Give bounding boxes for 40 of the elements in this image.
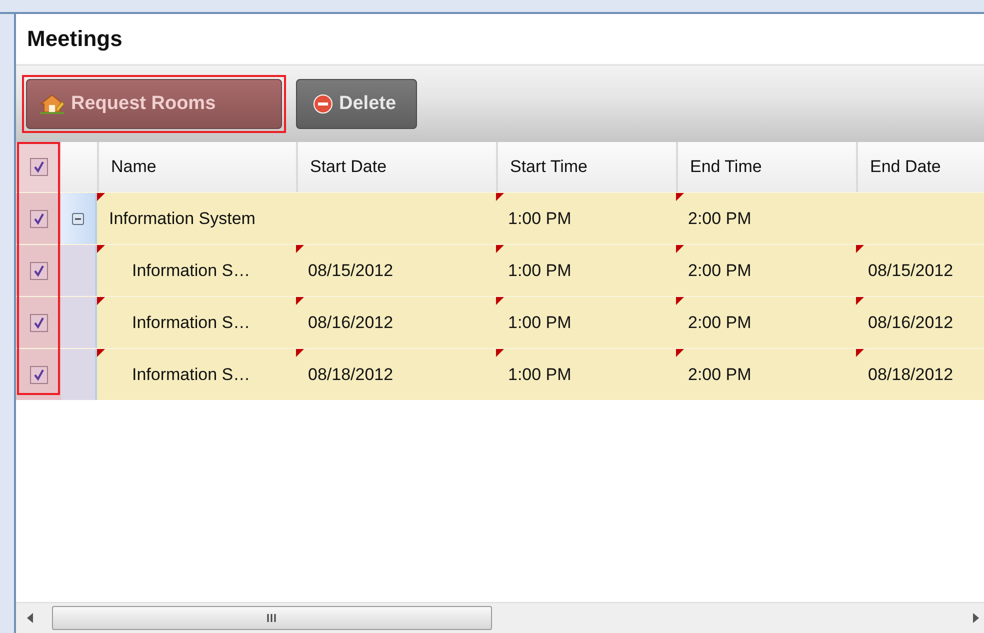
row-indicator-cell bbox=[61, 297, 97, 348]
delete-button[interactable]: Delete bbox=[296, 79, 418, 129]
table-cell: Information S… bbox=[132, 312, 250, 332]
scroll-right-icon[interactable] bbox=[972, 613, 980, 623]
row-checkbox[interactable] bbox=[30, 262, 48, 280]
table-cell: 08/15/2012 bbox=[868, 260, 954, 280]
collapse-icon[interactable] bbox=[72, 212, 84, 224]
table-cell: 1:00 PM bbox=[508, 312, 572, 332]
table-cell: 2:00 PM bbox=[688, 260, 752, 280]
row-checkbox[interactable] bbox=[30, 210, 48, 228]
table-cell: 2:00 PM bbox=[688, 364, 752, 384]
table-cell: 08/16/2012 bbox=[868, 312, 954, 332]
table-cell: 08/16/2012 bbox=[308, 312, 394, 332]
table-cell: 1:00 PM bbox=[508, 364, 572, 384]
table-cell: Information System bbox=[109, 208, 256, 228]
scroll-thumb[interactable] bbox=[52, 606, 492, 630]
select-all-checkbox[interactable] bbox=[30, 158, 48, 176]
table-cell: 2:00 PM bbox=[688, 312, 752, 332]
check-icon bbox=[32, 161, 44, 173]
table-cell: Information S… bbox=[132, 364, 250, 384]
check-icon bbox=[32, 264, 44, 276]
scroll-left-icon[interactable] bbox=[26, 613, 34, 623]
table-cell: 2:00 PM bbox=[688, 208, 752, 228]
horizontal-scrollbar[interactable] bbox=[16, 602, 984, 633]
table-cell: 08/15/2012 bbox=[308, 260, 394, 280]
row-indicator-cell bbox=[61, 349, 97, 400]
table-cell: 08/18/2012 bbox=[308, 364, 394, 384]
row-checkbox[interactable] bbox=[30, 314, 48, 332]
check-icon bbox=[32, 316, 44, 328]
table-cell: 1:00 PM bbox=[508, 208, 572, 228]
panel-title: Meetings bbox=[27, 26, 122, 52]
table-cell: 1:00 PM bbox=[508, 260, 572, 280]
house-icon bbox=[39, 93, 65, 115]
table-cell: 08/18/2012 bbox=[868, 364, 954, 384]
minus-circle-icon bbox=[313, 94, 333, 114]
request-rooms-button[interactable]: Request Rooms bbox=[26, 79, 282, 129]
check-icon bbox=[32, 212, 44, 224]
table-cell: Information S… bbox=[132, 260, 250, 280]
check-icon bbox=[32, 368, 44, 380]
row-checkbox[interactable] bbox=[30, 366, 48, 384]
